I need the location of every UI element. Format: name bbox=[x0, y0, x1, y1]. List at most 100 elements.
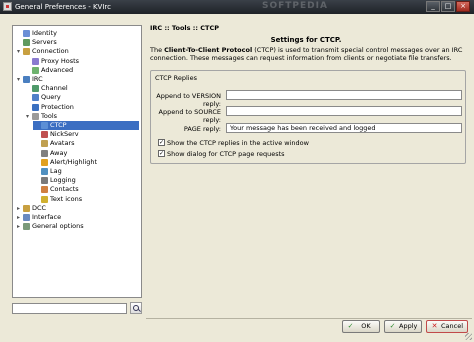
tree-item-label: Query bbox=[41, 93, 61, 102]
tree-search-input[interactable] bbox=[12, 303, 127, 314]
tree-item-protection[interactable]: Protection bbox=[24, 103, 139, 112]
expanded-arrow-icon[interactable]: ▾ bbox=[24, 112, 31, 121]
tree-item-icon bbox=[32, 94, 39, 102]
tree-item-label: General options bbox=[32, 222, 84, 231]
tree-item-label: Away bbox=[50, 148, 68, 157]
close-button[interactable]: × bbox=[456, 1, 470, 12]
tree-item-icon bbox=[41, 177, 48, 185]
tree-item-servers[interactable]: Servers bbox=[15, 38, 139, 47]
tree-item-dcc[interactable]: ▸ DCC bbox=[15, 204, 139, 213]
tree-item-query[interactable]: Query bbox=[24, 93, 139, 102]
tree-item-label: Servers bbox=[32, 38, 57, 47]
cancel-button[interactable]: ✕ Cancel bbox=[426, 320, 468, 333]
group-title: CTCP Replies bbox=[155, 74, 197, 82]
window-title: General Preferences - KVIrc bbox=[15, 3, 111, 11]
page-title: Settings for CTCP. bbox=[270, 36, 342, 44]
tree-item-label: Connection bbox=[32, 47, 69, 56]
tree-item-icon bbox=[41, 149, 48, 157]
tree-item-icon bbox=[41, 158, 48, 166]
minimize-button[interactable]: _ bbox=[426, 1, 440, 12]
tree-item-identity[interactable]: Identity bbox=[15, 29, 139, 38]
tree-item-tools[interactable]: ▾ Tools bbox=[24, 112, 139, 121]
tree-item-contacts[interactable]: Contacts bbox=[33, 185, 139, 194]
expanded-arrow-icon[interactable]: ▾ bbox=[15, 47, 22, 56]
maximize-button[interactable]: □ bbox=[441, 1, 455, 12]
source-reply-label: Append to SOURCE reply: bbox=[158, 108, 221, 124]
tree-item-icon bbox=[23, 204, 30, 212]
tree-item-icon bbox=[32, 103, 39, 111]
tree-item-nickserv[interactable]: NickServ bbox=[33, 130, 139, 139]
tree-item-icon bbox=[23, 214, 30, 221]
collapsed-arrow-icon[interactable]: ▸ bbox=[15, 204, 22, 213]
tree-item-away[interactable]: Away bbox=[33, 149, 139, 158]
apply-button-label: Apply bbox=[399, 322, 418, 330]
tree-item-icon bbox=[41, 140, 48, 148]
tree-item-icon bbox=[41, 131, 48, 139]
tree-item-label: Contacts bbox=[50, 185, 79, 194]
source-reply-input[interactable] bbox=[226, 106, 462, 116]
tree-item-logging[interactable]: Logging bbox=[33, 176, 139, 185]
ok-button-label: OK bbox=[361, 322, 371, 330]
collapsed-arrow-icon[interactable]: ▸ bbox=[15, 222, 22, 231]
tree-item-icon bbox=[32, 57, 39, 65]
version-reply-input[interactable] bbox=[226, 90, 462, 100]
tree-item-label: IRC bbox=[32, 75, 43, 83]
tree-item-label: Text icons bbox=[50, 194, 83, 203]
tree-item-general-options[interactable]: ▸ General options bbox=[15, 222, 139, 231]
tree-item-icon bbox=[32, 112, 39, 120]
tree-item-interface[interactable]: ▸ Interface bbox=[15, 213, 139, 222]
tree-item-label: Channel bbox=[41, 84, 68, 93]
tree-item-channel[interactable]: Channel bbox=[24, 84, 139, 93]
expanded-arrow-icon[interactable]: ▾ bbox=[15, 75, 22, 84]
options-tree[interactable]: Identity Servers ▾ Connection Proxy Hosts Adv… bbox=[12, 25, 142, 298]
tree-item-irc[interactable]: ▾ IRC bbox=[15, 75, 139, 84]
tree-item-icon bbox=[23, 30, 30, 37]
cross-icon: ✕ bbox=[431, 322, 438, 330]
footer-divider bbox=[146, 318, 472, 319]
watermark: SOFTPEDIA bbox=[262, 1, 328, 11]
tree-item-text-icons[interactable]: Text icons bbox=[33, 195, 139, 204]
tree-item-lag[interactable]: Lag bbox=[33, 167, 139, 176]
tree-item-proxy-hosts[interactable]: Proxy Hosts bbox=[24, 57, 139, 66]
show-replies-checkbox[interactable]: ✓ bbox=[158, 139, 165, 146]
tree-item-ctcp[interactable]: CTCP bbox=[33, 121, 139, 130]
tree-item-icon bbox=[41, 122, 48, 129]
tree-item-label: CTCP bbox=[50, 121, 67, 129]
collapsed-arrow-icon[interactable]: ▸ bbox=[15, 213, 22, 222]
version-reply-label: Append to VERSION reply: bbox=[156, 92, 221, 108]
tree-item-label: Lag bbox=[50, 167, 62, 175]
search-icon[interactable] bbox=[130, 302, 142, 314]
ok-button[interactable]: ✓ OK bbox=[342, 320, 380, 333]
tree-item-advanced[interactable]: Advanced bbox=[24, 66, 139, 75]
tree-item-label: Avatars bbox=[50, 139, 75, 148]
show-replies-label: Show the CTCP replies in the active wind… bbox=[167, 139, 309, 147]
tree-item-label: Interface bbox=[32, 213, 62, 221]
tree-item-icon bbox=[41, 195, 48, 203]
page-reply-input[interactable]: Your message has been received and logge… bbox=[226, 123, 462, 133]
tree-item-alert-highlight[interactable]: Alert/Highlight bbox=[33, 158, 139, 167]
description-text: The bbox=[150, 46, 165, 54]
resize-grip[interactable] bbox=[465, 333, 472, 340]
page-reply-label: PAGE reply: bbox=[183, 125, 221, 133]
tree-item-label: Logging bbox=[50, 176, 76, 185]
breadcrumb: IRC :: Tools :: CTCP bbox=[150, 24, 219, 32]
tree-item-label: NickServ bbox=[50, 130, 79, 139]
tree-item-connection[interactable]: ▾ Connection bbox=[15, 47, 139, 56]
tree-item-avatars[interactable]: Avatars bbox=[33, 139, 139, 148]
page-description: The Client-To-Client Protocol (CTCP) is … bbox=[150, 46, 468, 62]
show-dialog-checkbox[interactable]: ✓ bbox=[158, 150, 165, 157]
tree-item-label: Protection bbox=[41, 102, 74, 111]
apply-button[interactable]: ✓ Apply bbox=[384, 320, 422, 333]
